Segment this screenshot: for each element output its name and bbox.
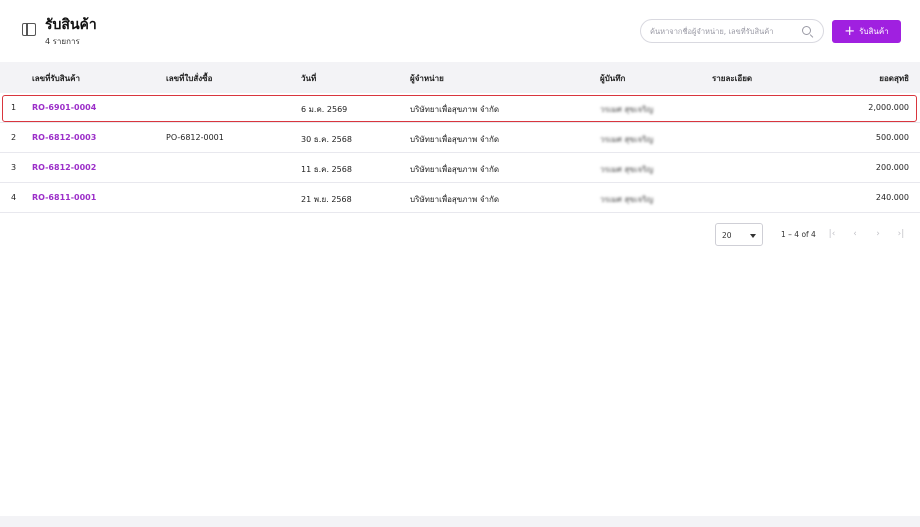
total: 200.000 [875, 163, 909, 172]
row-index: 2 [11, 133, 17, 142]
record-count: 4 รายการ [45, 37, 80, 46]
page-header: รับสินค้า 4 รายการ + รับสินค้า [0, 0, 920, 62]
search-box[interactable] [640, 19, 824, 43]
vendor: บริษัทยาเพื่อสุขภาพ จำกัด [410, 105, 500, 114]
chevron-down-icon [750, 234, 756, 238]
last-page-icon[interactable]: ›| [895, 228, 907, 240]
total: 2,000.000 [868, 103, 909, 112]
recorder: วรเมศ สุขเจริญ [600, 135, 654, 144]
column-detail[interactable]: รายละเอียด [712, 72, 752, 85]
table-row[interactable]: 4 RO-6811-0001 21 พ.ย. 2568 บริษัทยาเพื่… [0, 183, 920, 213]
row-index: 3 [11, 163, 17, 172]
row-index: 1 [11, 103, 17, 112]
add-receipt-button[interactable]: + รับสินค้า [832, 20, 901, 43]
column-vendor[interactable]: ผู้จำหน่าย [410, 72, 444, 85]
sidebar-toggle-icon[interactable] [22, 23, 36, 36]
search-icon[interactable] [802, 26, 811, 35]
column-total[interactable]: ยอดสุทธิ [879, 72, 909, 85]
recorder: วรเมศ สุขเจริญ [600, 195, 654, 204]
date: 11 ธ.ค. 2568 [301, 165, 352, 174]
receipt-table: เลขที่รับสินค้า เลขที่ใบสั่งซื้อ วันที่ … [0, 62, 920, 213]
total: 500.000 [875, 133, 909, 142]
receipt-no-link[interactable]: RO-6812-0002 [32, 163, 96, 172]
add-receipt-label: รับสินค้า [859, 27, 889, 36]
po-no: PO-6812-0001 [166, 133, 224, 142]
table-row[interactable]: 1 RO-6901-0004 6 ม.ค. 2569 บริษัทยาเพื่อ… [0, 93, 920, 123]
footer-strip [0, 516, 920, 527]
search-input[interactable] [650, 24, 800, 39]
receipt-no-link[interactable]: RO-6811-0001 [32, 193, 96, 202]
table-row[interactable]: 3 RO-6812-0002 11 ธ.ค. 2568 บริษัทยาเพื่… [0, 153, 920, 183]
page-size-select[interactable]: 20 [715, 223, 763, 246]
receipt-no-link[interactable]: RO-6901-0004 [32, 103, 96, 112]
row-index: 4 [11, 193, 17, 202]
vendor: บริษัทยาเพื่อสุขภาพ จำกัด [410, 135, 500, 144]
column-receipt-no[interactable]: เลขที่รับสินค้า [32, 72, 80, 85]
vendor: บริษัทยาเพื่อสุขภาพ จำกัด [410, 195, 500, 204]
page-range: 1 – 4 of 4 [781, 230, 816, 239]
recorder: วรเมศ สุขเจริญ [600, 165, 654, 174]
table-header: เลขที่รับสินค้า เลขที่ใบสั่งซื้อ วันที่ … [0, 62, 920, 93]
pagination: 20 1 – 4 of 4 |‹ ‹ › ›| [0, 223, 920, 247]
date: 30 ธ.ค. 2568 [301, 135, 352, 144]
total: 240.000 [875, 193, 909, 202]
date: 6 ม.ค. 2569 [301, 105, 348, 114]
prev-page-icon[interactable]: ‹ [849, 228, 861, 240]
date: 21 พ.ย. 2568 [301, 195, 352, 204]
vendor: บริษัทยาเพื่อสุขภาพ จำกัด [410, 165, 500, 174]
column-recorder[interactable]: ผู้บันทึก [600, 72, 625, 85]
recorder: วรเมศ สุขเจริญ [600, 105, 654, 114]
plus-icon: + [844, 24, 856, 39]
column-date[interactable]: วันที่ [301, 72, 316, 85]
page-title: รับสินค้า [45, 17, 97, 33]
table-row[interactable]: 2 RO-6812-0003 PO-6812-0001 30 ธ.ค. 2568… [0, 123, 920, 153]
receipt-no-link[interactable]: RO-6812-0003 [32, 133, 96, 142]
column-po-no[interactable]: เลขที่ใบสั่งซื้อ [166, 72, 212, 85]
next-page-icon[interactable]: › [872, 228, 884, 240]
first-page-icon[interactable]: |‹ [826, 228, 838, 240]
page-size-value: 20 [722, 231, 732, 240]
